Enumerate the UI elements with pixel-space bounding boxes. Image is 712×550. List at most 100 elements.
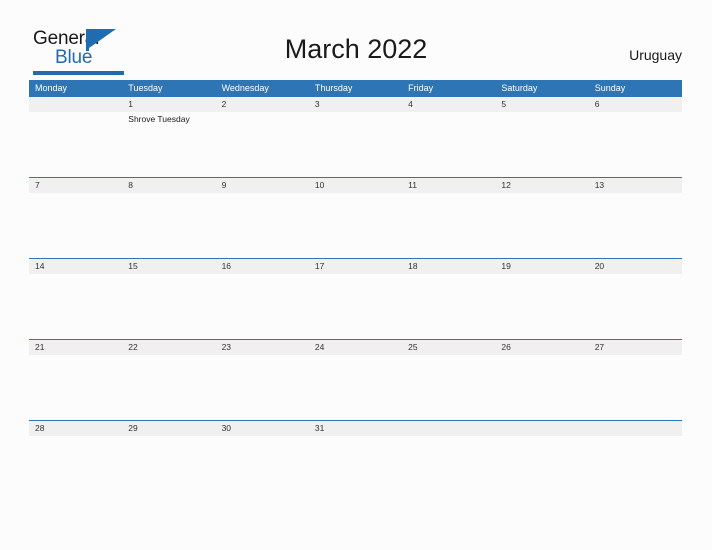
day-cell[interactable]: [402, 355, 495, 420]
day-cell[interactable]: [495, 112, 588, 177]
day-number[interactable]: 25: [402, 340, 495, 355]
day-cell[interactable]: [402, 193, 495, 258]
day-number[interactable]: 27: [589, 340, 682, 355]
week-date-band: 1 2 3 4 5 6: [29, 96, 682, 112]
day-number[interactable]: [589, 421, 682, 436]
day-number[interactable]: 21: [29, 340, 122, 355]
day-number[interactable]: 29: [122, 421, 215, 436]
day-cell[interactable]: [309, 112, 402, 177]
day-number[interactable]: 3: [309, 97, 402, 112]
week-date-band: 14 15 16 17 18 19 20: [29, 258, 682, 274]
week-event-area: Shrove Tuesday: [29, 112, 682, 177]
day-number[interactable]: 13: [589, 178, 682, 193]
day-cell[interactable]: [495, 193, 588, 258]
week-date-band: 7 8 9 10 11 12 13: [29, 177, 682, 193]
week-event-area: [29, 193, 682, 258]
day-number[interactable]: 6: [589, 97, 682, 112]
day-number[interactable]: 15: [122, 259, 215, 274]
day-cell[interactable]: [122, 355, 215, 420]
day-number[interactable]: 5: [495, 97, 588, 112]
day-number[interactable]: 22: [122, 340, 215, 355]
day-number[interactable]: 30: [216, 421, 309, 436]
day-cell[interactable]: [216, 355, 309, 420]
day-number[interactable]: 26: [495, 340, 588, 355]
day-cell[interactable]: [402, 112, 495, 177]
weekday-sunday: Sunday: [594, 83, 626, 93]
day-number[interactable]: [402, 421, 495, 436]
page-header: General Blue March 2022 Uruguay: [0, 0, 712, 80]
day-number[interactable]: 14: [29, 259, 122, 274]
day-cell[interactable]: [216, 193, 309, 258]
day-number[interactable]: 1: [122, 97, 215, 112]
day-cell[interactable]: [309, 355, 402, 420]
weekday-thursday: Thursday: [314, 83, 353, 93]
flag-triangle-icon: [86, 29, 116, 51]
day-cell[interactable]: [589, 355, 682, 420]
weekday-wednesday: Wednesday: [221, 83, 269, 93]
day-number[interactable]: [495, 421, 588, 436]
day-cell[interactable]: [495, 274, 588, 339]
day-cell[interactable]: [309, 436, 402, 501]
weekday-tuesday: Tuesday: [128, 83, 163, 93]
day-cell[interactable]: [589, 193, 682, 258]
day-number[interactable]: 10: [309, 178, 402, 193]
day-number[interactable]: 31: [309, 421, 402, 436]
day-number[interactable]: 9: [216, 178, 309, 193]
calendar-grid: Monday Tuesday Wednesday Thursday Friday…: [29, 80, 682, 501]
day-cell[interactable]: [216, 112, 309, 177]
day-cell[interactable]: [216, 274, 309, 339]
day-cell[interactable]: [402, 274, 495, 339]
day-number[interactable]: [29, 97, 122, 112]
day-number[interactable]: 7: [29, 178, 122, 193]
weekday-header-row: Monday Tuesday Wednesday Thursday Friday…: [29, 80, 682, 96]
calendar-page: General Blue March 2022 Uruguay Monday T…: [0, 0, 712, 550]
day-number[interactable]: 19: [495, 259, 588, 274]
week-event-area: [29, 436, 682, 501]
day-cell[interactable]: [29, 436, 122, 501]
week-row: 14 15 16 17 18 19 20: [29, 258, 682, 339]
day-number[interactable]: 2: [216, 97, 309, 112]
logo-underline: [33, 71, 124, 75]
day-cell[interactable]: [495, 436, 588, 501]
page-title: March 2022: [284, 34, 428, 64]
day-cell[interactable]: [122, 274, 215, 339]
day-number[interactable]: 12: [495, 178, 588, 193]
day-number[interactable]: 17: [309, 259, 402, 274]
day-cell[interactable]: [309, 274, 402, 339]
day-number[interactable]: 18: [402, 259, 495, 274]
day-cell[interactable]: [402, 436, 495, 501]
day-cell[interactable]: [589, 274, 682, 339]
week-date-band: 28 29 30 31: [29, 420, 682, 436]
day-cell[interactable]: [122, 436, 215, 501]
week-row: 21 22 23 24 25 26 27: [29, 339, 682, 420]
day-cell[interactable]: [29, 193, 122, 258]
day-cell[interactable]: [29, 112, 122, 177]
week-row: 28 29 30 31: [29, 420, 682, 501]
day-number[interactable]: 28: [29, 421, 122, 436]
week-event-area: [29, 274, 682, 339]
day-cell[interactable]: [29, 274, 122, 339]
country-label: Uruguay: [629, 47, 682, 63]
week-date-band: 21 22 23 24 25 26 27: [29, 339, 682, 355]
day-cell[interactable]: [495, 355, 588, 420]
day-cell[interactable]: [589, 436, 682, 501]
weekday-friday: Friday: [408, 83, 434, 93]
day-number[interactable]: 16: [216, 259, 309, 274]
day-number[interactable]: 8: [122, 178, 215, 193]
week-row: 1 2 3 4 5 6 Shrove Tuesday: [29, 96, 682, 177]
day-cell[interactable]: [29, 355, 122, 420]
day-number[interactable]: 24: [309, 340, 402, 355]
day-number[interactable]: 4: [402, 97, 495, 112]
event-label: Shrove Tuesday: [128, 114, 190, 124]
generalblue-logo[interactable]: General Blue: [33, 28, 129, 75]
day-number[interactable]: 11: [402, 178, 495, 193]
day-number[interactable]: 23: [216, 340, 309, 355]
day-cell[interactable]: [216, 436, 309, 501]
day-cell[interactable]: [589, 112, 682, 177]
day-cell[interactable]: [122, 193, 215, 258]
weekday-monday: Monday: [35, 83, 68, 93]
day-number[interactable]: 20: [589, 259, 682, 274]
day-cell[interactable]: [309, 193, 402, 258]
day-cell[interactable]: Shrove Tuesday: [122, 112, 215, 177]
weekday-saturday: Saturday: [501, 83, 538, 93]
